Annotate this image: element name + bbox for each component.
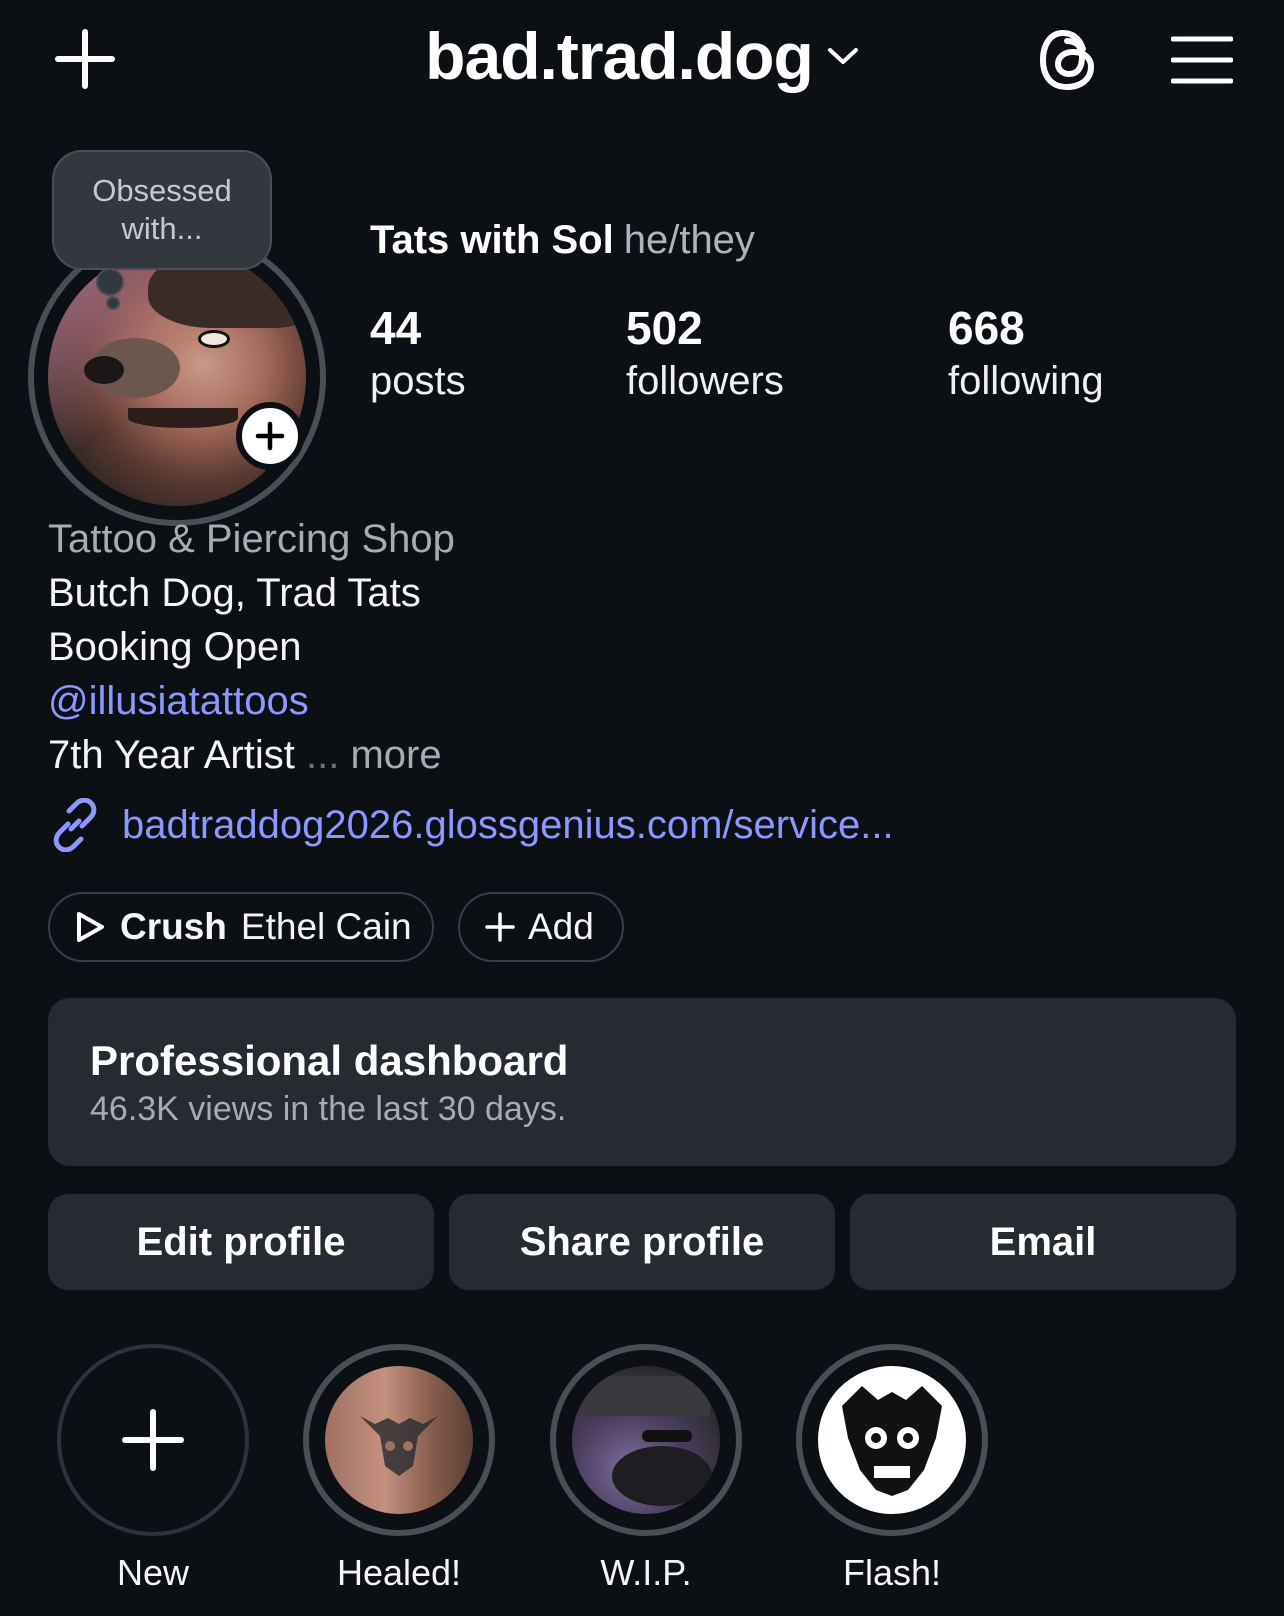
stat-value: 44	[370, 302, 422, 354]
plus-icon	[122, 1409, 184, 1471]
link-text: badtraddog2026.glossgenius.com/service..…	[122, 802, 894, 847]
professional-dashboard[interactable]: Professional dashboard 46.3K views in th…	[48, 998, 1236, 1166]
avatar-area: Obsessed with...	[28, 150, 338, 526]
stat-label: followers	[626, 359, 784, 403]
stat-followers[interactable]: 502 followers	[626, 300, 784, 406]
button-label: Email	[989, 1219, 1097, 1264]
highlight-cover	[818, 1366, 966, 1514]
highlight-wip[interactable]: W.I.P.	[548, 1344, 744, 1594]
display-name: Tats with Sol	[370, 218, 614, 262]
highlight-ring	[796, 1344, 988, 1536]
threads-icon	[1039, 29, 1095, 91]
highlight-flash[interactable]: Flash!	[794, 1344, 990, 1594]
highlight-label: Healed!	[336, 1552, 462, 1593]
pronouns: he/they	[623, 218, 755, 262]
highlight-healed[interactable]: Healed!	[301, 1344, 497, 1594]
highlight-cover	[572, 1366, 720, 1514]
add-label: Add	[528, 906, 594, 947]
stat-label: posts	[370, 359, 466, 403]
stat-posts[interactable]: 44 posts	[370, 300, 466, 406]
music-pill[interactable]: Crush Ethel Cain	[48, 892, 434, 962]
button-label: Share profile	[519, 1219, 765, 1264]
email-button[interactable]: Email	[850, 1194, 1236, 1290]
dashboard-title: Professional dashboard	[90, 1037, 569, 1084]
plus-icon	[255, 421, 285, 451]
stat-label: following	[948, 359, 1104, 403]
add-link-button[interactable]: Add	[458, 892, 624, 962]
category-label: Tattoo & Piercing Shop	[48, 517, 455, 561]
link-icon	[53, 798, 97, 852]
highlight-label: Flash!	[842, 1552, 942, 1593]
hamburger-menu-icon	[1171, 36, 1233, 84]
threads-button[interactable]	[1030, 22, 1106, 98]
chevron-down-icon	[827, 48, 858, 64]
play-icon	[77, 912, 104, 942]
share-profile-button[interactable]: Share profile	[449, 1194, 835, 1290]
dashboard-subtitle: 46.3K views in the last 30 days.	[90, 1090, 567, 1128]
bio-ellipsis: ...	[305, 733, 340, 777]
highlight-label: New	[116, 1552, 190, 1593]
highlight-new[interactable]: New	[55, 1344, 251, 1594]
song-artist: Ethel Cain	[240, 906, 412, 947]
more-button[interactable]: more	[350, 733, 441, 777]
profile-page: bad.trad.dog Obsessed with... Tats with …	[0, 0, 1284, 1616]
highlight-ring	[57, 1344, 249, 1536]
bio-line: 7th Year Artist	[48, 733, 295, 777]
add-story-button[interactable]	[236, 402, 304, 470]
stat-value: 668	[948, 302, 1025, 354]
highlight-label: W.I.P.	[600, 1552, 692, 1593]
stat-following[interactable]: 668 following	[948, 300, 1104, 406]
bio: Tattoo & Piercing Shop Butch Dog, Trad T…	[48, 512, 455, 782]
highlight-ring	[550, 1344, 742, 1536]
plus-icon	[485, 912, 515, 942]
username: bad.trad.dog	[425, 19, 814, 93]
top-bar: bad.trad.dog	[0, 0, 1284, 110]
edit-profile-button[interactable]: Edit profile	[48, 1194, 434, 1290]
bio-line: Butch Dog, Trad Tats	[48, 571, 421, 615]
highlight-cover	[325, 1366, 473, 1514]
button-label: Edit profile	[136, 1219, 346, 1264]
note-bubble[interactable]: Obsessed with...	[52, 150, 272, 270]
mention-link[interactable]: @illusiatattoos	[48, 674, 455, 728]
external-link[interactable]: badtraddog2026.glossgenius.com/service..…	[48, 798, 894, 852]
highlight-ring	[303, 1344, 495, 1536]
bio-line-last: 7th Year Artist ... more	[48, 728, 455, 782]
song-title: Crush	[120, 906, 227, 947]
note-tail-small	[106, 296, 120, 310]
note-text: Obsessed with...	[92, 173, 232, 246]
stat-value: 502	[626, 302, 703, 354]
note-tail	[96, 268, 124, 296]
name-line: Tats with Sol he/they	[370, 218, 755, 263]
bio-line: Booking Open	[48, 625, 302, 669]
menu-button[interactable]	[1164, 22, 1240, 98]
